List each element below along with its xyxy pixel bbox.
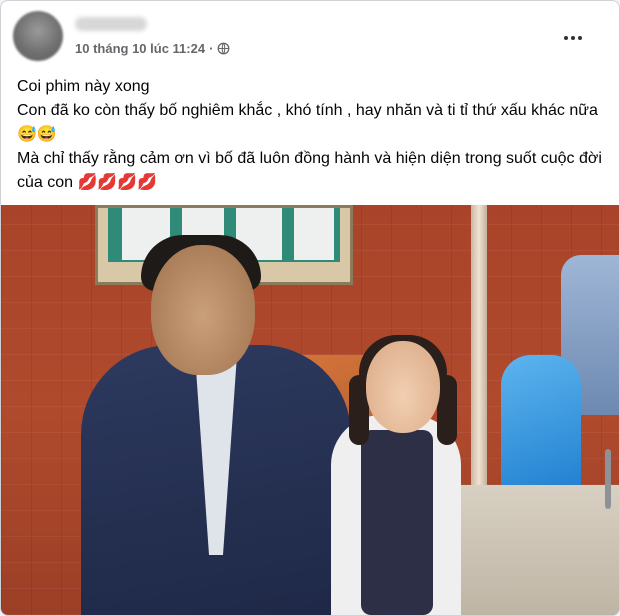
post-card: 10 tháng 10 lúc 11:24 · Coi phim này xon… xyxy=(0,0,620,616)
author-name-blurred[interactable] xyxy=(75,17,147,31)
girl-pigtail-right xyxy=(437,375,457,445)
post-photo[interactable] xyxy=(1,205,619,615)
blue-seat xyxy=(501,355,581,495)
post-header: 10 tháng 10 lúc 11:24 · xyxy=(13,11,603,61)
wall-pipe xyxy=(471,205,487,495)
globe-icon[interactable] xyxy=(217,42,230,55)
post-line-2: Con đã ko còn thấy bố nghiêm khắc , khó … xyxy=(17,102,598,143)
post-text: Coi phim này xong Con đã ko còn thấy bố … xyxy=(17,75,609,195)
man-head xyxy=(151,245,255,375)
post-timestamp[interactable]: 10 tháng 10 lúc 11:24 xyxy=(75,41,205,56)
post-line-3: Mà chỉ thấy rằng cảm ơn vì bố đã luôn đồ… xyxy=(17,150,602,191)
girl-head xyxy=(366,341,440,433)
avatar[interactable] xyxy=(13,11,63,61)
post-line-1: Coi phim này xong xyxy=(17,78,150,95)
more-options-icon[interactable] xyxy=(561,31,585,45)
meta-separator: · xyxy=(209,41,214,56)
girl-vest xyxy=(361,430,433,615)
post-meta: 10 tháng 10 lúc 11:24 · xyxy=(75,41,230,56)
scrollbar[interactable] xyxy=(605,449,611,509)
